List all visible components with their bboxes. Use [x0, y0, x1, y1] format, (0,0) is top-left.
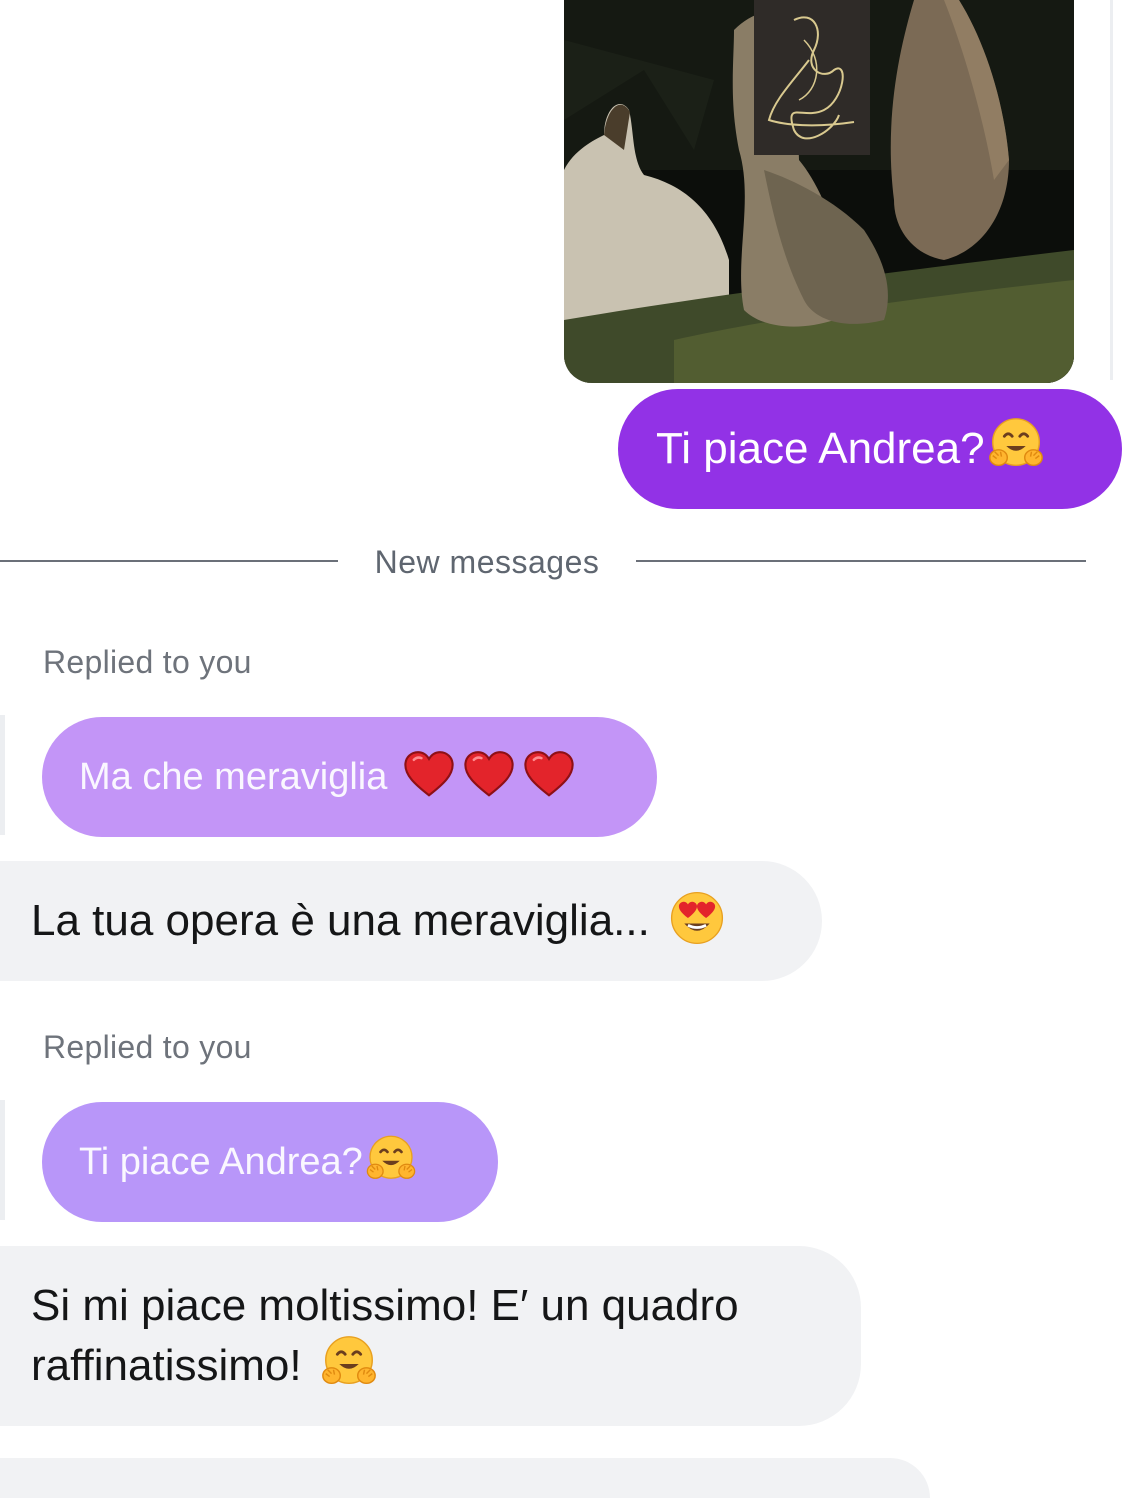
- red-heart-icon: [402, 748, 456, 802]
- red-heart-icon: [462, 748, 516, 802]
- replied-to-you-label: Replied to you: [43, 644, 252, 680]
- sent-message-bubble[interactable]: Ti piace Andrea?: [618, 389, 1122, 509]
- quoted-message-text: Ti piace Andrea?: [79, 1141, 363, 1183]
- quoted-message-bubble[interactable]: Ma che meraviglia: [42, 717, 657, 837]
- scroll-edge: [1110, 0, 1124, 380]
- replied-to-you-label: Replied to you: [43, 1029, 252, 1065]
- artwork-photo: [564, 0, 1074, 383]
- reply-indicator-bar: [0, 715, 5, 835]
- received-message-text: Si mi piace moltissimo! E′ un quadro raf…: [31, 1281, 739, 1390]
- hugging-face-icon: [985, 413, 1047, 475]
- divider-line-right: [636, 560, 1086, 562]
- red-heart-icon: [522, 748, 576, 802]
- quoted-message-bubble[interactable]: Ti piace Andrea?: [42, 1102, 498, 1222]
- sent-message-text: Ti piace Andrea?: [656, 424, 985, 473]
- received-message-text: La tua opera è una meraviglia...: [31, 896, 650, 945]
- received-message-bubble[interactable]: Si mi piace moltissimo! E′ un quadro raf…: [0, 1246, 861, 1426]
- sent-photo[interactable]: [564, 0, 1074, 383]
- new-messages-divider: New messages: [374, 544, 600, 580]
- next-message-bubble-partial[interactable]: [0, 1458, 930, 1498]
- hugging-face-icon: [318, 1331, 380, 1393]
- heart-eyes-face-icon: [668, 889, 726, 947]
- hugging-face-icon: [363, 1131, 419, 1187]
- divider-line-left: [0, 560, 338, 562]
- quoted-message-text: Ma che meraviglia: [79, 756, 388, 798]
- reply-indicator-bar: [0, 1100, 5, 1220]
- received-message-bubble[interactable]: La tua opera è una meraviglia...: [0, 861, 822, 981]
